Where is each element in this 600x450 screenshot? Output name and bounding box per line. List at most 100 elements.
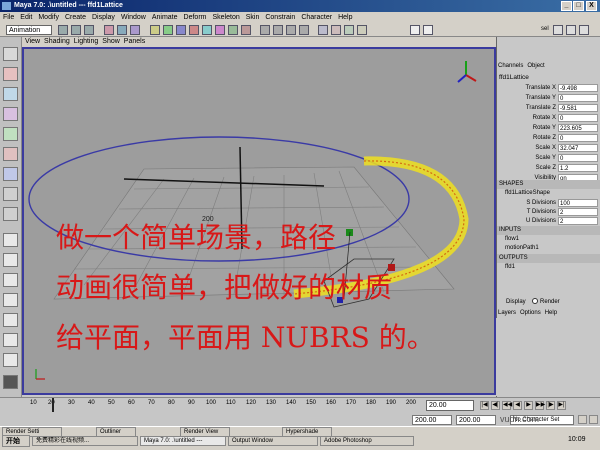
tab-channels[interactable]: Channels	[498, 63, 523, 69]
menu-character[interactable]: Character	[298, 12, 335, 23]
input-field-icon[interactable]	[410, 25, 420, 35]
menu-edit[interactable]: Edit	[17, 12, 35, 23]
persp-outliner-layout-icon[interactable]	[3, 273, 18, 287]
input-field-box-icon[interactable]	[423, 25, 433, 35]
mask-surface-icon[interactable]	[189, 25, 199, 35]
panel-menu-lighting[interactable]: Lighting	[74, 37, 99, 47]
paint-select-tool-icon[interactable]	[3, 87, 18, 101]
mask-joint-icon[interactable]	[163, 25, 173, 35]
auto-key-icon[interactable]	[578, 415, 587, 424]
render-globals-icon[interactable]	[357, 25, 367, 35]
taskbar-browser[interactable]: 免费精彩在线视频...	[32, 436, 138, 446]
layer-menu-layers[interactable]: Layers	[498, 310, 516, 316]
current-time-marker[interactable]	[52, 398, 54, 412]
panel-menu-shading[interactable]: Shading	[44, 37, 70, 47]
snap-point-icon[interactable]	[286, 25, 296, 35]
input-node-motionpath[interactable]: motionPath1	[505, 245, 539, 251]
attr-value[interactable]: -9.581	[558, 104, 598, 112]
start-button[interactable]: 开始	[2, 435, 30, 447]
menu-constrain[interactable]: Constrain	[262, 12, 298, 23]
next-key-button[interactable]: ▶▶	[535, 401, 545, 410]
range-end-field[interactable]: 200.00	[456, 415, 496, 425]
menu-window[interactable]: Window	[118, 12, 149, 23]
input-node-flow[interactable]: flow1	[505, 236, 519, 242]
attr-translate-z[interactable]: Translate Z -9.581	[496, 104, 600, 113]
render-radio-icon[interactable]	[532, 298, 538, 304]
taskbar-photoshop[interactable]: Adobe Photoshop	[320, 436, 414, 446]
attr-value[interactable]: 100	[558, 199, 598, 207]
play-forward-button[interactable]: ▶	[524, 401, 533, 410]
attr-u-divisions[interactable]: U Divisions 2	[496, 217, 600, 226]
output-node-ffd[interactable]: ffd1	[505, 264, 515, 270]
step-back-button[interactable]: ◀|	[491, 401, 500, 410]
attr-value[interactable]: 0	[558, 134, 598, 142]
snap-curve-icon[interactable]	[273, 25, 283, 35]
menu-file[interactable]: File	[0, 12, 17, 23]
select-object-icon[interactable]	[117, 25, 127, 35]
menu-deform[interactable]: Deform	[181, 12, 210, 23]
go-to-end-button[interactable]: ▶|	[557, 401, 566, 410]
attr-value[interactable]: 0	[558, 114, 598, 122]
time-slider[interactable]: 10 20 30 40 50 60 70 80 90 100 110 120 1…	[0, 397, 600, 413]
move-tool-icon[interactable]	[3, 107, 18, 121]
panel-menu-view[interactable]: View	[25, 37, 40, 47]
play-backward-button[interactable]: ◀	[513, 401, 522, 410]
menu-animate[interactable]: Animate	[149, 12, 181, 23]
attribute-editor-toggle-icon[interactable]	[566, 25, 576, 35]
taskbar-maya[interactable]: Maya 7.0: .\untitled ---	[140, 436, 226, 446]
save-scene-icon[interactable]	[84, 25, 94, 35]
attr-value[interactable]: 2	[558, 208, 598, 216]
four-view-layout-icon[interactable]	[3, 253, 18, 267]
attr-value[interactable]: 223.605	[558, 124, 598, 132]
attr-s-divisions[interactable]: S Divisions 100	[496, 199, 600, 208]
attr-translate-x[interactable]: Translate X -9.498	[496, 84, 600, 93]
attr-scale-z[interactable]: Scale Z 1.2	[496, 164, 600, 173]
scale-tool-icon[interactable]	[3, 147, 18, 161]
attr-scale-y[interactable]: Scale Y0	[496, 154, 600, 163]
panel-menu-panels[interactable]: Panels	[124, 37, 145, 47]
hypershade-persp-layout-icon[interactable]	[3, 313, 18, 327]
snap-view-plane-icon[interactable]	[299, 25, 309, 35]
new-scene-icon[interactable]	[58, 25, 68, 35]
attr-value[interactable]: 2	[558, 217, 598, 225]
manipulator-tool-icon[interactable]	[3, 167, 18, 181]
taskbar-output-window[interactable]: Output Window	[228, 436, 318, 446]
attr-translate-y[interactable]: Translate Y0	[496, 94, 600, 103]
soft-mod-tool-icon[interactable]	[3, 187, 18, 201]
last-tool-icon[interactable]	[3, 207, 18, 221]
layer-render-radio[interactable]: Render	[540, 299, 560, 305]
attr-value[interactable]: 0	[558, 154, 598, 162]
graph-editor-layout-icon[interactable]	[3, 333, 18, 347]
preferences-icon[interactable]	[589, 415, 598, 424]
render-frame-icon[interactable]	[331, 25, 341, 35]
select-hierarchy-icon[interactable]	[104, 25, 114, 35]
attr-rotate-z[interactable]: Rotate Z0	[496, 134, 600, 143]
attr-rotate-x[interactable]: Rotate X0	[496, 114, 600, 123]
layer-display-radio[interactable]: Display	[506, 299, 526, 305]
select-tool-icon[interactable]	[3, 47, 18, 61]
layer-menu-options[interactable]: Options	[520, 310, 541, 316]
single-perspective-layout-icon[interactable]	[3, 233, 18, 247]
minimize-button[interactable]: _	[561, 1, 572, 11]
attr-value[interactable]: 32.047	[558, 144, 598, 152]
open-scene-icon[interactable]	[71, 25, 81, 35]
go-to-start-button[interactable]: |◀	[480, 401, 489, 410]
mask-render-icon[interactable]	[228, 25, 238, 35]
tool-settings-toggle-icon[interactable]	[579, 25, 589, 35]
panel-menu-show[interactable]: Show	[102, 37, 120, 47]
mask-deform-icon[interactable]	[202, 25, 212, 35]
select-component-icon[interactable]	[130, 25, 140, 35]
attr-t-divisions[interactable]: T Divisions 2	[496, 208, 600, 217]
layer-menu-help[interactable]: Help	[545, 310, 557, 316]
attr-value[interactable]: 0	[558, 94, 598, 102]
menuset-dropdown[interactable]: Animation	[6, 25, 52, 35]
prev-key-button[interactable]: ◀◀	[502, 401, 512, 410]
attr-value[interactable]: -9.498	[558, 84, 598, 92]
close-button[interactable]: X	[586, 1, 597, 11]
mask-dynamic-icon[interactable]	[215, 25, 225, 35]
menu-create[interactable]: Create	[62, 12, 89, 23]
channel-box-toggle-icon[interactable]	[553, 25, 563, 35]
menu-help[interactable]: Help	[335, 12, 355, 23]
shape-node-name[interactable]: ffd1LatticeShape	[505, 190, 550, 196]
menu-display[interactable]: Display	[89, 12, 118, 23]
